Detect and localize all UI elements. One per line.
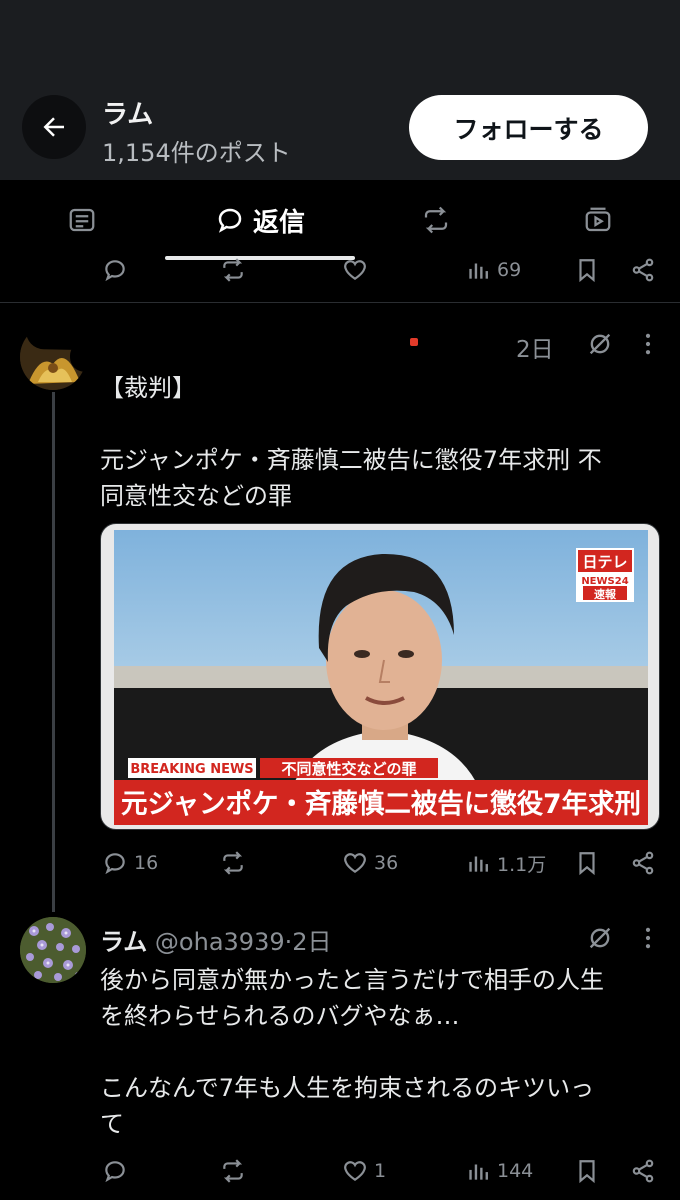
repost-icon — [223, 851, 243, 875]
share-icon — [632, 851, 654, 875]
bookmark-button[interactable] — [574, 1151, 600, 1191]
back-button[interactable] — [22, 95, 86, 159]
reply-icon — [105, 853, 125, 875]
repost-button[interactable] — [220, 250, 246, 290]
logo-sokuho: 速報 — [594, 587, 617, 601]
more-vertical-icon — [645, 927, 651, 949]
repost-icon — [223, 258, 243, 282]
reply-icon — [105, 260, 125, 282]
like-button[interactable] — [342, 250, 368, 290]
post-text-title: 【裁判】 — [100, 374, 196, 402]
prev-post-actions: 69 — [100, 250, 660, 290]
avatar[interactable] — [20, 917, 86, 983]
views-count: 1.1万 — [497, 853, 547, 876]
heart-icon — [344, 1161, 366, 1181]
views-button[interactable]: 1.1万 — [465, 843, 546, 883]
like-button[interactable]: 1 — [342, 1151, 386, 1191]
more-button[interactable] — [634, 330, 662, 362]
more-button[interactable] — [634, 924, 662, 956]
post-media-image[interactable]: 日テレ NEWS24 速報 BREAKING NEWS 不同意性交などの罪 元ジ… — [100, 523, 660, 830]
tab-replies[interactable]: 返信 — [165, 180, 355, 260]
post-time[interactable]: 2日 — [292, 928, 331, 956]
repost-button[interactable] — [220, 843, 246, 883]
repost-icon — [223, 1159, 243, 1183]
media-icon — [585, 207, 611, 232]
reply-count: 16 — [134, 852, 159, 874]
bar-chart-icon — [469, 856, 488, 872]
like-count: 1 — [374, 1160, 387, 1182]
follow-button[interactable]: フォローする — [409, 95, 648, 160]
thread-line — [52, 392, 55, 912]
bookmark-icon — [579, 1160, 595, 1184]
tab-media[interactable] — [556, 180, 640, 260]
views-count: 69 — [497, 259, 522, 281]
tab-highlights[interactable] — [394, 180, 478, 260]
more-vertical-icon — [645, 333, 651, 355]
profile-tabs: 返信 — [0, 180, 680, 260]
post-divider — [0, 302, 680, 303]
profile-header: ラム 1,154件のポスト フォローする — [0, 0, 680, 180]
like-button[interactable]: 36 — [342, 843, 398, 883]
post-time[interactable]: 2日 — [516, 330, 554, 364]
grok-icon — [589, 927, 611, 949]
post-meta: ラム @oha3939·2日 — [100, 922, 332, 957]
tab-replies-label: 返信 — [252, 207, 305, 238]
sub-caption: 不同意性交などの罪 — [281, 760, 416, 778]
reply-button[interactable] — [102, 250, 128, 290]
logo-news24: NEWS24 — [581, 576, 628, 587]
views-button[interactable]: 144 — [465, 1151, 533, 1191]
reply-button[interactable] — [102, 1151, 128, 1191]
breaking-news-label: BREAKING NEWS — [130, 762, 253, 777]
profile-name: ラム — [102, 100, 154, 130]
arrow-left-icon — [43, 117, 64, 137]
heart-icon — [344, 260, 366, 280]
bookmark-icon — [579, 852, 595, 876]
bar-chart-icon — [469, 263, 488, 279]
share-icon — [632, 258, 654, 282]
logo-ntv: 日テレ — [582, 553, 627, 571]
news-video-frame: 日テレ NEWS24 速報 BREAKING NEWS 不同意性交などの罪 元ジ… — [114, 530, 648, 825]
bookmark-icon — [579, 259, 595, 283]
like-count: 36 — [374, 852, 399, 874]
repost-button[interactable] — [220, 1151, 246, 1191]
reply-button[interactable]: 16 — [102, 843, 158, 883]
bookmark-button[interactable] — [574, 250, 600, 290]
repost-icon — [424, 206, 448, 234]
headline-caption: 元ジャンポケ・斉藤慎二被告に懲役7年求刑 — [121, 788, 641, 820]
heart-icon — [344, 853, 366, 873]
reply-icon — [218, 208, 242, 233]
views-count: 144 — [497, 1160, 534, 1182]
tab-posts[interactable] — [40, 180, 124, 260]
redaction-artifact — [410, 338, 418, 346]
article-icon — [69, 208, 95, 232]
bookmark-button[interactable] — [574, 843, 600, 883]
post-text-body: 後から同意が無かったと言うだけで相手の人生 を終わらせられるのバグやなぁ… こん… — [100, 966, 604, 1138]
share-button[interactable] — [630, 843, 656, 883]
grok-button[interactable] — [586, 924, 614, 956]
share-icon — [632, 1159, 654, 1183]
share-button[interactable] — [630, 1151, 656, 1191]
author-name[interactable]: ラム — [100, 928, 147, 956]
reply-icon — [105, 1161, 125, 1183]
views-button[interactable]: 69 — [465, 250, 521, 290]
avatar-flowers-icon — [20, 917, 86, 983]
post-actions: 16 36 1.1万 — [100, 843, 660, 883]
bar-chart-icon — [469, 1164, 488, 1180]
share-button[interactable] — [630, 250, 656, 290]
post-count: 1,154件のポスト — [102, 139, 291, 167]
post-text-body: 元ジャンポケ・斉藤慎二被告に懲役7年求刑 不 同意性交などの罪 — [100, 446, 602, 510]
news-photo: 日テレ NEWS24 速報 BREAKING NEWS 不同意性交などの罪 元ジ… — [114, 530, 648, 825]
post-actions: 1 144 — [100, 1151, 660, 1191]
grok-icon — [589, 333, 611, 355]
author-handle[interactable]: @oha3939 — [155, 928, 285, 956]
redaction-mark — [69, 334, 511, 372]
grok-button[interactable] — [586, 330, 614, 362]
